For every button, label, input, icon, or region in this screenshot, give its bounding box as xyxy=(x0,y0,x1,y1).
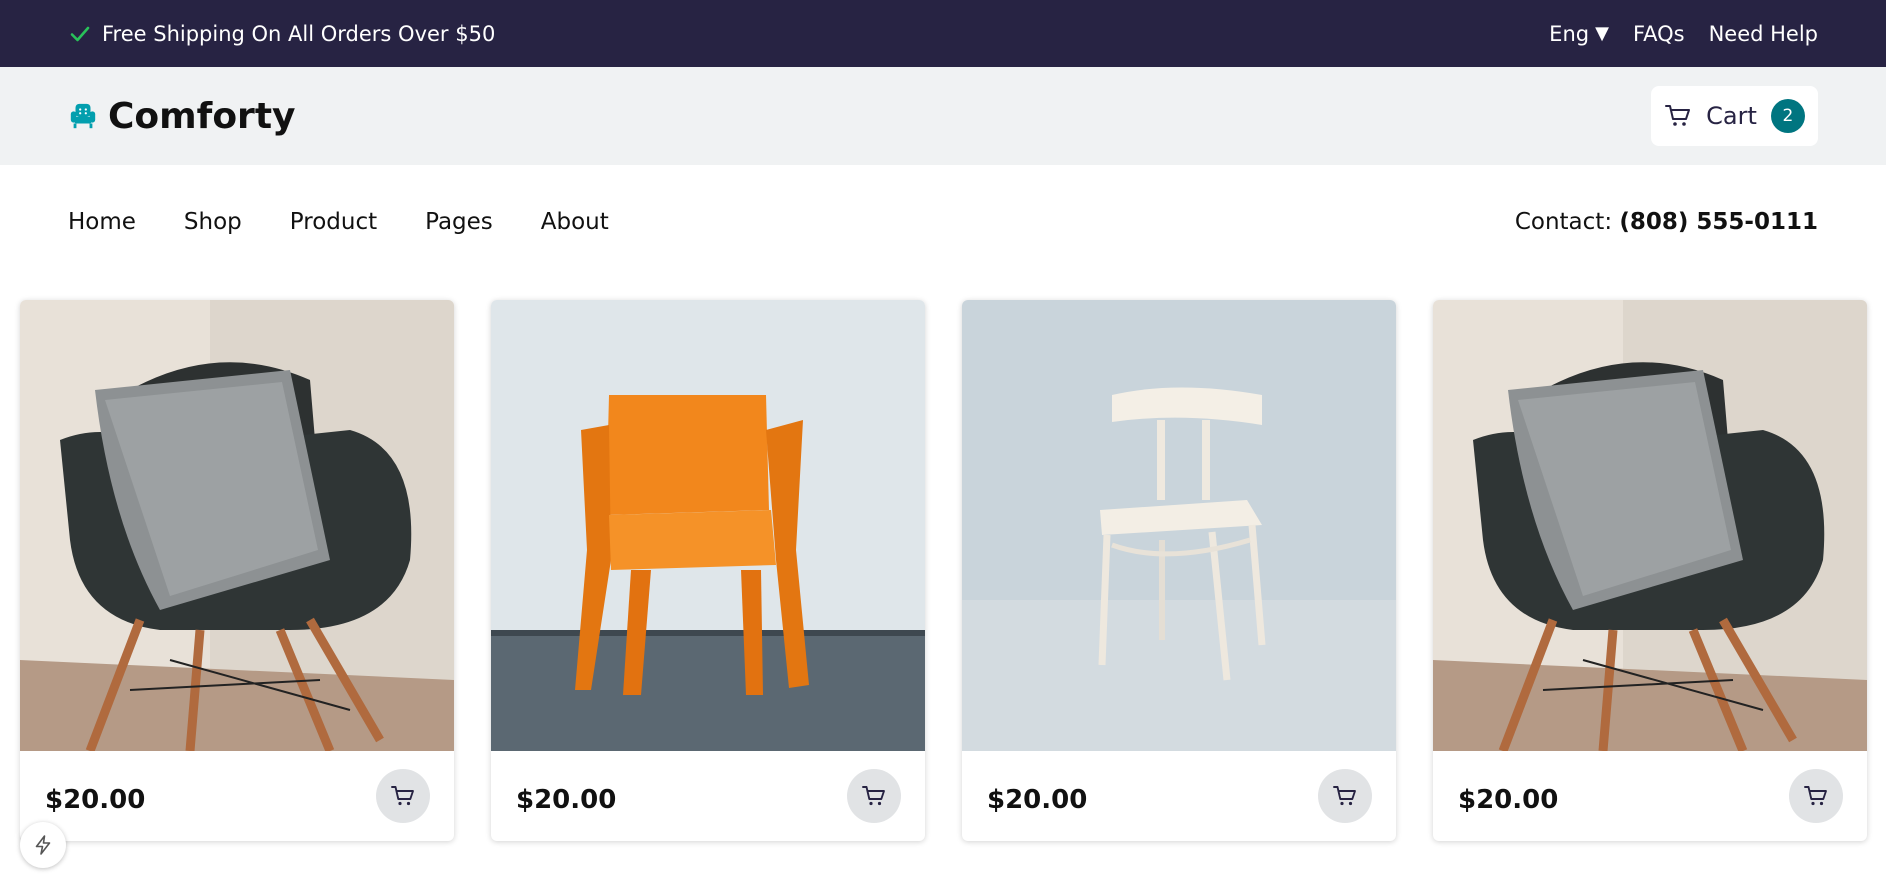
main-header: Comforty Cart 2 xyxy=(0,67,1886,165)
nav-item-home[interactable]: Home xyxy=(68,209,136,235)
product-card[interactable]: $20.00 xyxy=(1433,300,1867,841)
cart-count-badge: 2 xyxy=(1770,99,1805,133)
nav-item-shop[interactable]: Shop xyxy=(184,209,242,235)
product-footer: $20.00 xyxy=(962,751,1396,841)
cart-icon xyxy=(1804,786,1827,806)
language-selector[interactable]: Eng ▼ xyxy=(1549,22,1609,46)
product-card[interactable]: $20.00 xyxy=(491,300,925,841)
cart-icon xyxy=(391,786,414,806)
white-chair-image xyxy=(962,300,1396,751)
faqs-link[interactable]: FAQs xyxy=(1633,22,1685,46)
check-icon xyxy=(70,26,90,41)
product-image[interactable] xyxy=(962,300,1396,751)
product-grid: $20.00 $20.00 $20.00 $20.00 xyxy=(20,300,1867,841)
topbar-links: Eng ▼ FAQs Need Help xyxy=(1549,22,1818,46)
black-chair-image xyxy=(20,300,454,751)
cart-icon xyxy=(862,786,885,806)
need-help-link[interactable]: Need Help xyxy=(1709,22,1818,46)
main-navigation: Home Shop Product Pages About Contact: (… xyxy=(0,165,1886,279)
quick-action-button[interactable] xyxy=(20,822,66,868)
shipping-text: Free Shipping On All Orders Over $50 xyxy=(102,21,496,46)
cart-label: Cart xyxy=(1706,102,1757,130)
product-price: $20.00 xyxy=(516,785,617,815)
product-footer: $20.00 xyxy=(1433,751,1867,841)
product-card[interactable]: $20.00 xyxy=(962,300,1396,841)
product-image[interactable] xyxy=(20,300,454,751)
nav-item-pages[interactable]: Pages xyxy=(425,209,493,235)
product-footer: $20.00 xyxy=(491,751,925,841)
cart-icon xyxy=(1333,786,1356,806)
brand-name: Comforty xyxy=(108,95,296,137)
add-to-cart-button[interactable] xyxy=(847,769,901,823)
add-to-cart-button[interactable] xyxy=(1318,769,1372,823)
nav-menu: Home Shop Product Pages About xyxy=(68,209,609,235)
contact-info: Contact: (808) 555-0111 xyxy=(1515,209,1818,235)
product-price: $20.00 xyxy=(45,785,146,815)
cart-button[interactable]: Cart 2 xyxy=(1651,86,1818,146)
add-to-cart-button[interactable] xyxy=(376,769,430,823)
black-chair-image xyxy=(1433,300,1867,751)
contact-phone[interactable]: (808) 555-0111 xyxy=(1619,209,1818,235)
product-price: $20.00 xyxy=(987,785,1088,815)
contact-label: Contact: xyxy=(1514,209,1613,235)
armchair-icon xyxy=(70,103,96,129)
caret-down-icon: ▼ xyxy=(1595,23,1609,44)
product-footer: $20.00 xyxy=(20,751,454,841)
product-image[interactable] xyxy=(1433,300,1867,751)
nav-item-about[interactable]: About xyxy=(541,209,609,235)
cart-icon xyxy=(1665,105,1691,126)
shipping-notice: Free Shipping On All Orders Over $50 xyxy=(68,22,495,46)
add-to-cart-button[interactable] xyxy=(1789,769,1843,823)
brand-logo[interactable]: Comforty xyxy=(68,96,296,137)
orange-chair-image xyxy=(491,300,925,751)
language-label: Eng xyxy=(1549,21,1590,46)
product-image[interactable] xyxy=(491,300,925,751)
top-announcement-bar: Free Shipping On All Orders Over $50 Eng… xyxy=(0,0,1886,67)
nav-item-product[interactable]: Product xyxy=(290,209,377,235)
product-price: $20.00 xyxy=(1458,785,1559,815)
product-card[interactable]: $20.00 xyxy=(20,300,454,841)
lightning-bolt-icon xyxy=(35,835,51,855)
